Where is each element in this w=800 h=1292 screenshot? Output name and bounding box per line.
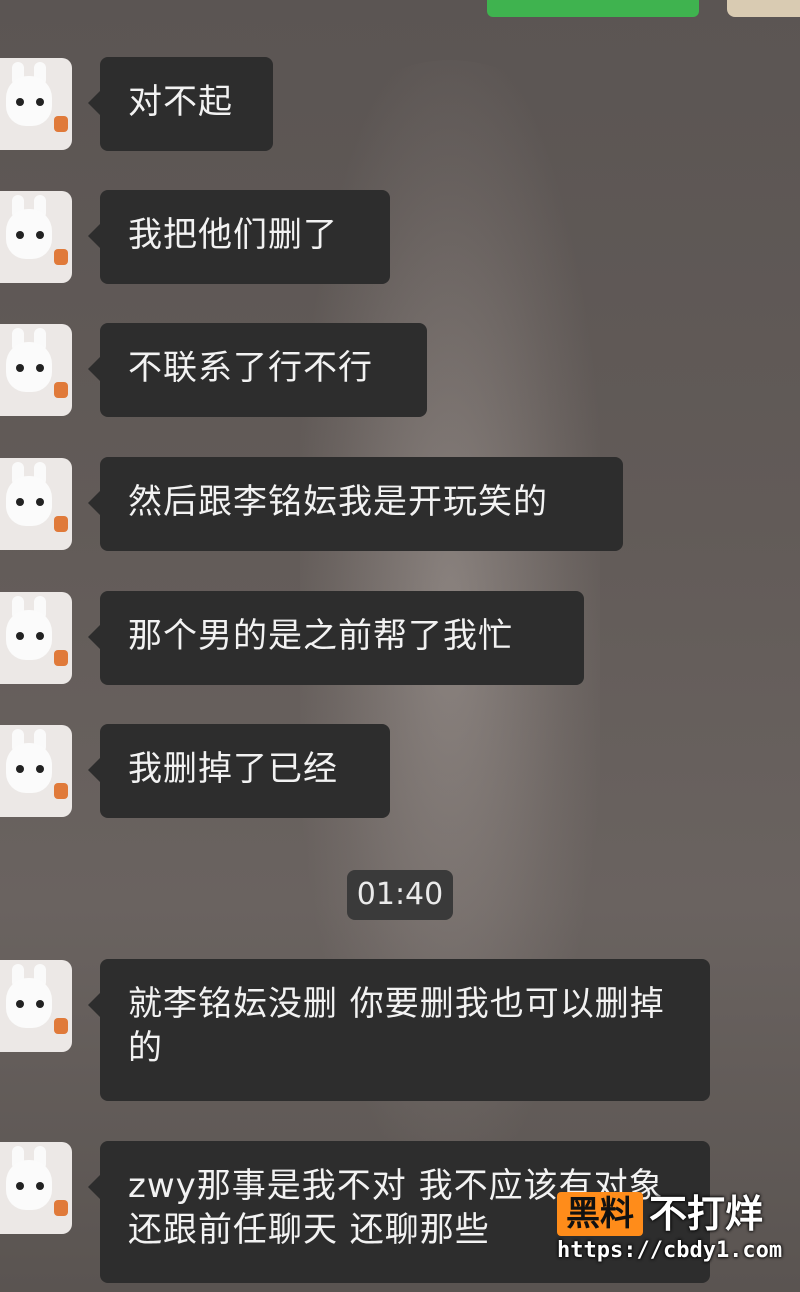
message-text: 那个男的是之前帮了我忙 [128, 616, 513, 656]
message-text: 我删掉了已经 [128, 749, 338, 789]
message-text: 对不起 [128, 82, 233, 122]
message-bubble[interactable]: 然后跟李铭妘我是开玩笑的 [88, 457, 623, 551]
contact-avatar[interactable] [0, 592, 72, 684]
site-watermark: 黑料 不打烊 https://cbdy1.com [555, 1190, 785, 1275]
message-bubble[interactable]: 那个男的是之前帮了我忙 [88, 591, 584, 685]
watermark-slogan: 不打烊 [649, 1192, 764, 1236]
message-bubble[interactable]: 就李铭妘没删 你要删我也可以删掉的 [88, 959, 710, 1101]
message-bubble[interactable]: 我删掉了已经 [88, 724, 390, 818]
message-text: 不联系了行不行 [128, 348, 373, 388]
message-text: 然后跟李铭妘我是开玩笑的 [128, 482, 548, 522]
contact-avatar[interactable] [0, 725, 72, 817]
watermark-badge: 黑料 [557, 1192, 643, 1236]
contact-avatar[interactable] [0, 58, 72, 150]
message-bubble[interactable]: 不联系了行不行 [88, 323, 427, 417]
sent-message-bubble-partial[interactable] [487, 0, 699, 17]
message-bubble[interactable]: 我把他们删了 [88, 190, 390, 284]
contact-avatar[interactable] [0, 458, 72, 550]
message-text: 就李铭妘没删 你要删我也可以删掉的 [128, 984, 665, 1068]
chat-timestamp: 01:40 [347, 870, 453, 920]
contact-avatar[interactable] [0, 1142, 72, 1234]
contact-avatar[interactable] [0, 960, 72, 1052]
message-text: 我把他们删了 [128, 215, 338, 255]
message-bubble[interactable]: 对不起 [88, 57, 273, 151]
watermark-url: https://cbdy1.com [557, 1238, 783, 1263]
self-avatar-partial[interactable] [727, 0, 800, 17]
contact-avatar[interactable] [0, 324, 72, 416]
contact-avatar[interactable] [0, 191, 72, 283]
